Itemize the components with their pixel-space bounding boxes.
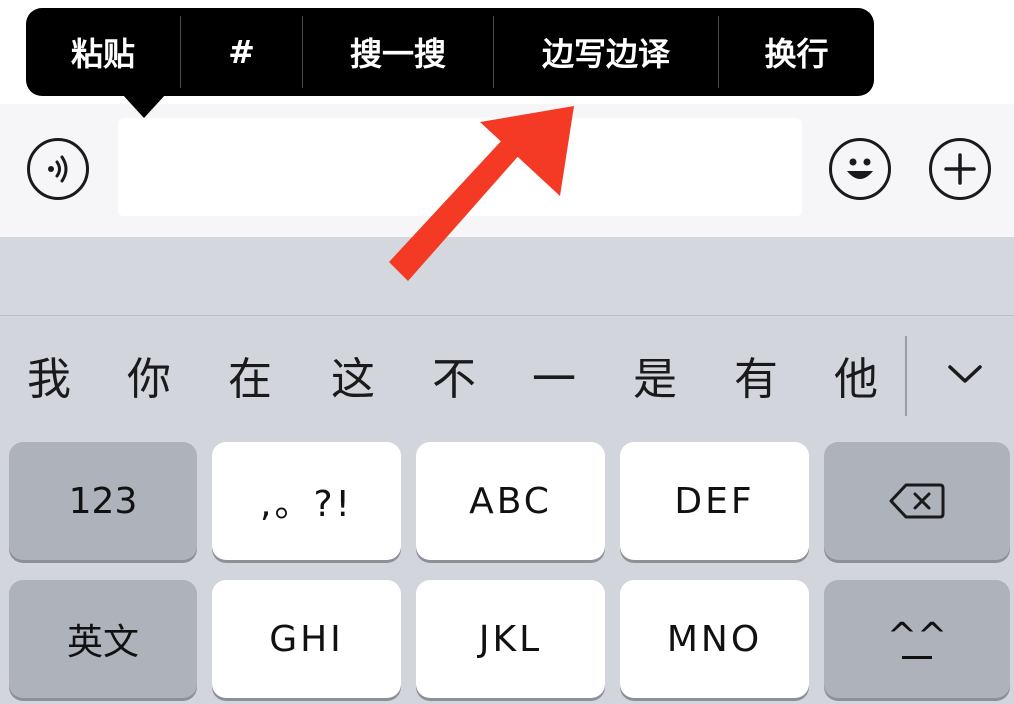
- ghi-key[interactable]: GHI: [212, 580, 401, 698]
- key-label: JKL: [478, 618, 543, 660]
- candidate-word[interactable]: 我: [14, 350, 84, 410]
- emoji-button[interactable]: [829, 138, 891, 200]
- key-label: MNO: [666, 618, 763, 660]
- candidate-bar: 我 你 在 这 不 一 是 有 他: [0, 330, 1014, 434]
- menu-item-hashtag[interactable]: #: [181, 8, 302, 96]
- chevron-down-icon: [948, 365, 982, 383]
- menu-item-search[interactable]: 搜一搜: [303, 8, 493, 96]
- menu-item-label: #: [228, 33, 255, 71]
- keyboard-toolbar: [0, 237, 1014, 316]
- jkl-key[interactable]: JKL: [416, 580, 605, 698]
- candidate-word[interactable]: 有: [721, 350, 791, 410]
- key-label: ABC: [469, 480, 552, 522]
- smiley-icon: [847, 158, 873, 179]
- plus-icon: [944, 153, 976, 185]
- emoticon-underline: [902, 655, 932, 659]
- context-menu: 粘贴 # 搜一搜 边写边译 换行: [26, 8, 874, 96]
- menu-item-label: 边写边译: [541, 35, 670, 73]
- menu-item-label: 粘贴: [70, 35, 135, 73]
- menu-item-label: 搜一搜: [349, 35, 446, 73]
- backspace-key[interactable]: [824, 442, 1010, 560]
- key-label: GHI: [269, 618, 344, 660]
- mno-key[interactable]: MNO: [620, 580, 809, 698]
- menu-item-newline[interactable]: 换行: [719, 8, 874, 96]
- menu-item-label: 换行: [764, 35, 829, 73]
- def-key[interactable]: DEF: [620, 442, 809, 560]
- expand-candidates-button[interactable]: [930, 344, 1000, 404]
- candidate-word[interactable]: 他: [821, 350, 891, 410]
- candidate-word[interactable]: 你: [114, 350, 184, 410]
- menu-item-paste[interactable]: 粘贴: [26, 8, 180, 96]
- abc-key[interactable]: ABC: [416, 442, 605, 560]
- more-functions-button[interactable]: [929, 138, 991, 200]
- candidate-word[interactable]: 不: [419, 350, 489, 410]
- backspace-icon: [889, 483, 945, 519]
- candidate-word[interactable]: 是: [620, 350, 690, 410]
- key-label: 英文: [66, 622, 139, 663]
- candidate-word[interactable]: 这: [318, 350, 388, 410]
- english-key[interactable]: 英文: [9, 580, 197, 698]
- voice-wave-icon: [48, 155, 68, 183]
- candidate-word[interactable]: 一: [519, 350, 589, 410]
- candidate-divider: [905, 336, 907, 416]
- message-input[interactable]: [118, 118, 802, 216]
- voice-input-button[interactable]: [27, 138, 89, 200]
- numbers-key[interactable]: 123: [9, 442, 197, 560]
- emoticon-key[interactable]: ^^: [824, 580, 1010, 698]
- key-label: ^^: [886, 615, 948, 657]
- key-label: ,。?!: [260, 484, 353, 525]
- key-label: 123: [68, 480, 138, 522]
- menu-item-translate-while-typing[interactable]: 边写边译: [494, 8, 718, 96]
- key-label: DEF: [674, 480, 755, 522]
- context-menu-pointer: [122, 94, 166, 118]
- punctuation-key[interactable]: ,。?!: [212, 442, 401, 560]
- candidate-word[interactable]: 在: [215, 350, 285, 410]
